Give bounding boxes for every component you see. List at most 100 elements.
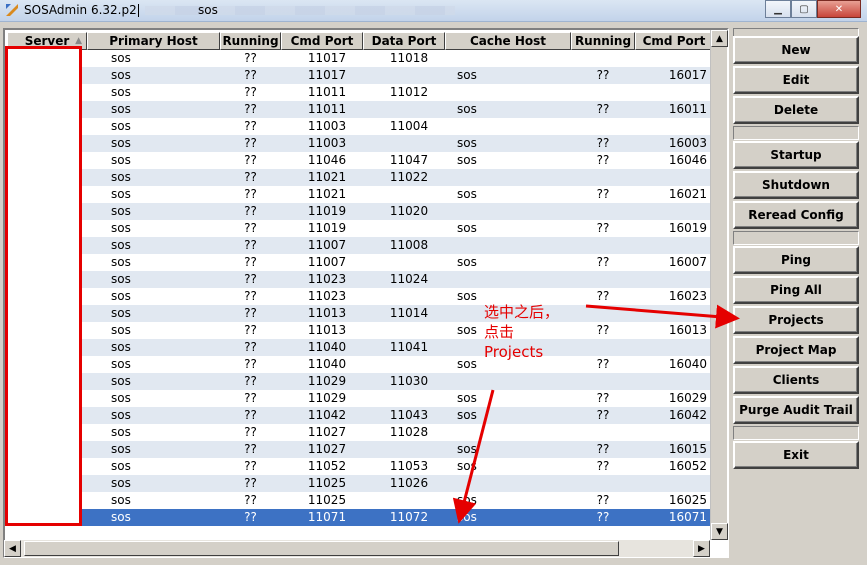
table-cell: sos [457,221,477,235]
table-row[interactable]: sos?? 11017 sos?? 16017 [7,67,713,84]
table-cell: 16015 [668,442,707,456]
edit-button[interactable]: Edit [733,66,859,94]
table-row[interactable]: sos?? 11021 11022 [7,169,713,186]
table-row[interactable]: sos?? 11052 11053 sos?? 16052 [7,458,713,475]
ping-all-button[interactable]: Ping All [733,276,859,304]
table-cell [445,84,571,101]
project-map-button[interactable]: Project Map [733,336,859,364]
table-cell [445,50,571,67]
vertical-scrollbar[interactable]: ▲ ▼ [710,30,728,540]
table-cell: ?? [244,153,257,167]
table-cell: ?? [596,391,610,405]
table-cell [363,492,445,509]
table-cell [445,169,571,186]
scroll-left-arrow-icon[interactable]: ◀ [4,540,21,557]
column-header-primary-host[interactable]: Primary Host [87,32,220,50]
table-cell [363,220,445,237]
scroll-down-arrow-icon[interactable]: ▼ [711,523,728,540]
scroll-right-arrow-icon[interactable]: ▶ [693,540,710,557]
table-cell: 16023 [668,289,707,303]
table-row[interactable]: sos?? 11019 11020 [7,203,713,220]
shutdown-button[interactable]: Shutdown [733,171,859,199]
table-cell: 11019 [307,221,347,235]
table-row[interactable]: sos?? 11017 11018 [7,50,713,67]
table-cell [571,373,635,390]
table-cell: sos [111,391,131,405]
table-cell: sos [111,170,131,184]
exit-button[interactable]: Exit [733,441,859,469]
table-cell [363,254,445,271]
column-header-cache-running[interactable]: Running [571,32,635,50]
table-cell: 11021 [307,170,347,184]
table-cell: ?? [244,408,257,422]
table-cell: sos [111,493,131,507]
reread-config-button[interactable]: Reread Config [733,201,859,229]
startup-button[interactable]: Startup [733,141,859,169]
table-row[interactable]: sos?? 11029 11030 [7,373,713,390]
table-cell: 16021 [668,187,707,201]
table-cell: 11041 [389,340,429,354]
table-cell [571,50,635,67]
clients-button[interactable]: Clients [733,366,859,394]
table-cell: ?? [244,493,257,507]
table-row[interactable]: sos?? 11013 11014 [7,305,713,322]
scroll-up-arrow-icon[interactable]: ▲ [711,30,728,47]
table-row[interactable]: sos?? 11021 sos?? 16021 [7,186,713,203]
table-row[interactable]: sos?? 11011 sos?? 16011 [7,101,713,118]
table-row[interactable]: sos?? 11003 sos?? 16003 [7,135,713,152]
table-row[interactable]: sos?? 11013 sos?? 16013 [7,322,713,339]
table-row-selected[interactable]: sos?? 11071 11072 sos?? 16071 [7,509,713,526]
column-header-cmd-port[interactable]: Cmd Port [281,32,363,50]
table-cell: sos [111,459,131,473]
table-cell: 11007 [307,255,347,269]
table-row[interactable]: sos?? 11023 sos?? 16023 [7,288,713,305]
table-row[interactable]: sos?? 11027 11028 [7,424,713,441]
column-header-data-port[interactable]: Data Port [363,32,445,50]
table-cell: 11007 [307,238,347,252]
table-cell: sos [457,442,477,456]
table-cell: sos [111,357,131,371]
table-cell: ?? [596,136,610,150]
table-cell: 16013 [668,323,707,337]
table-row[interactable]: sos?? 11040 11041 [7,339,713,356]
table-cell: sos [111,272,131,286]
table-row[interactable]: sos?? 11029 sos?? 16029 [7,390,713,407]
column-header-cache-host[interactable]: Cache Host [445,32,571,50]
table-row[interactable]: sos?? 11003 11004 [7,118,713,135]
table-row[interactable]: sos?? 11023 11024 [7,271,713,288]
table-row[interactable]: sos?? 11019 sos?? 16019 [7,220,713,237]
table-cell: 11046 [307,153,347,167]
new-button[interactable]: New [733,36,859,64]
table-row[interactable]: sos?? 11011 11012 [7,84,713,101]
table-cell: 11072 [389,510,429,524]
table-cell: sos [111,306,131,320]
table-row[interactable]: sos?? 11025 sos?? 16025 [7,492,713,509]
horizontal-scrollbar[interactable]: ◀ ▶ [4,540,710,557]
delete-button[interactable]: Delete [733,96,859,124]
projects-button[interactable]: Projects [733,306,859,334]
horizontal-scroll-thumb[interactable] [24,541,619,556]
table-cell: ?? [244,204,257,218]
table-row[interactable]: sos?? 11007 sos?? 16007 [7,254,713,271]
table-row[interactable]: sos?? 11025 11026 [7,475,713,492]
table-cell [363,67,445,84]
column-header-cache-cmd-port[interactable]: Cmd Port [635,32,713,50]
table-cell: ?? [244,442,257,456]
purge-audit-trail-button[interactable]: Purge Audit Trail [733,396,859,424]
table-cell: 11004 [389,119,429,133]
table-row[interactable]: sos?? 11046 11047 sos?? 16046 [7,152,713,169]
table-row[interactable]: sos?? 11027 sos?? 16015 [7,441,713,458]
table-row[interactable]: sos?? 11042 11043 sos?? 16042 [7,407,713,424]
column-header-running[interactable]: Running [220,32,281,50]
window-title: SOSAdmin 6.32.p2 [24,3,137,17]
ping-button[interactable]: Ping [733,246,859,274]
close-button[interactable]: ✕ [817,0,861,18]
minimize-button[interactable]: ▁ [765,0,791,18]
table-row[interactable]: sos?? 11040 sos?? 16040 [7,356,713,373]
table-cell: ?? [244,68,257,82]
window-title-suffix: sos [198,3,218,17]
table-row[interactable]: sos?? 11007 11008 [7,237,713,254]
table-cell [445,373,571,390]
maximize-button[interactable]: ▢ [791,0,817,18]
table-cell: ?? [244,357,257,371]
